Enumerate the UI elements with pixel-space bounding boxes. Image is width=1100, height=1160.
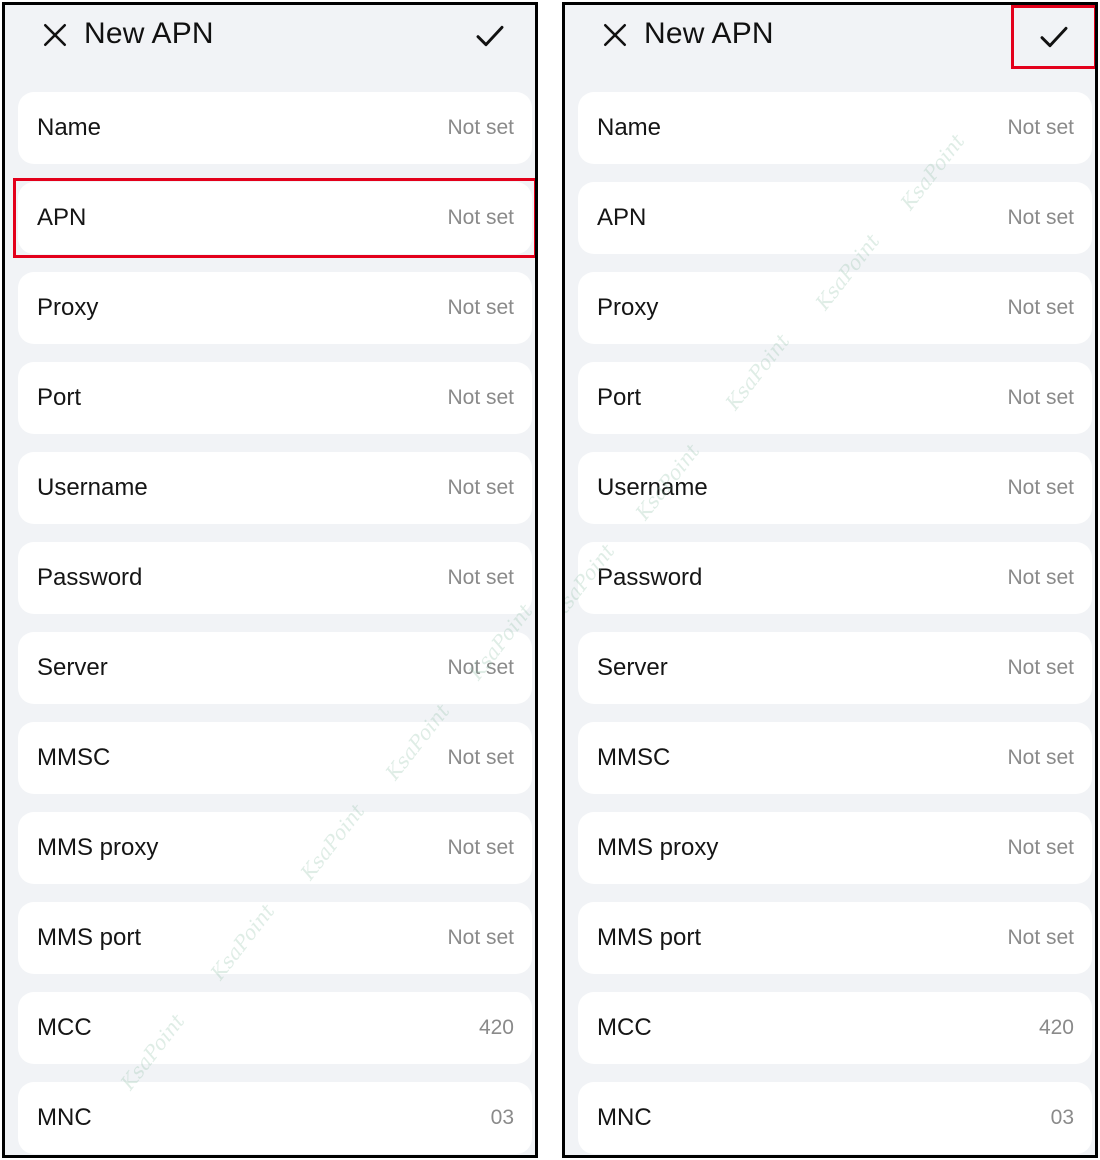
field-row-proxy[interactable]: Proxy Not set xyxy=(578,272,1092,344)
field-row-port[interactable]: Port Not set xyxy=(578,362,1092,434)
field-row-apn[interactable]: APN Not set xyxy=(578,182,1092,254)
field-row-name[interactable]: Name Not set xyxy=(578,92,1092,164)
field-row-mnc[interactable]: MNC 03 xyxy=(578,1082,1092,1154)
field-label: APN xyxy=(37,204,87,231)
apn-field-list: Name Not set APN Not set Proxy Not set Port… xyxy=(13,92,535,1155)
apn-field-list: Name Not set APN Not set Proxy Not set Port… xyxy=(578,92,1092,1155)
field-value: Not set xyxy=(1007,566,1074,589)
page-title: New APN xyxy=(84,17,214,50)
confirm-button[interactable] xyxy=(1011,5,1095,69)
field-label: MCC xyxy=(597,1014,652,1041)
field-row-name[interactable]: Name Not set xyxy=(18,92,532,164)
field-label: MMSC xyxy=(37,744,111,771)
app-bar: New APN xyxy=(565,5,1095,69)
field-row-server[interactable]: Server Not set xyxy=(578,632,1092,704)
field-value: Not set xyxy=(1007,656,1074,679)
field-row-mcc[interactable]: MCC 420 xyxy=(578,992,1092,1064)
field-label: MNC xyxy=(37,1104,92,1131)
field-value: 03 xyxy=(1050,1106,1074,1129)
field-label: APN xyxy=(597,204,647,231)
field-row-mcc[interactable]: MCC 420 xyxy=(18,992,532,1064)
field-label: Password xyxy=(37,564,143,591)
field-label: Proxy xyxy=(597,294,659,321)
field-value: Not set xyxy=(447,836,514,859)
field-row-password[interactable]: Password Not set xyxy=(578,542,1092,614)
field-label: MCC xyxy=(37,1014,92,1041)
field-label: MMS port xyxy=(37,924,142,951)
field-label: Password xyxy=(597,564,703,591)
field-value: Not set xyxy=(1007,206,1074,229)
field-label: MNC xyxy=(597,1104,652,1131)
field-label: Username xyxy=(597,474,708,501)
field-row-port[interactable]: Port Not set xyxy=(18,362,532,434)
field-row-mmsc[interactable]: MMSC Not set xyxy=(18,722,532,794)
field-value: Not set xyxy=(1007,116,1074,139)
check-icon xyxy=(476,25,504,47)
field-value: Not set xyxy=(1007,386,1074,409)
field-value: 03 xyxy=(490,1106,514,1129)
field-label: MMSC xyxy=(597,744,671,771)
field-value: Not set xyxy=(447,296,514,319)
field-value: 420 xyxy=(1038,1016,1074,1039)
field-label: Proxy xyxy=(37,294,99,321)
field-row-mms-port[interactable]: MMS port Not set xyxy=(18,902,532,974)
screen-left: New APN Name Not set APN Not set Proxy Not … xyxy=(2,2,538,1158)
field-label: Server xyxy=(37,654,108,681)
check-icon xyxy=(1040,26,1068,48)
field-row-username[interactable]: Username Not set xyxy=(578,452,1092,524)
field-value: Not set xyxy=(447,926,514,949)
field-row-mnc[interactable]: MNC 03 xyxy=(18,1082,532,1154)
field-value: Not set xyxy=(447,206,514,229)
field-value: Not set xyxy=(447,116,514,139)
field-row-password[interactable]: Password Not set xyxy=(18,542,532,614)
app-bar: New APN xyxy=(5,5,535,67)
field-label: MMS proxy xyxy=(597,834,719,861)
field-row-username[interactable]: Username Not set xyxy=(18,452,532,524)
screen-right: New APN Name Not set APN Not set Proxy Not … xyxy=(562,2,1098,1158)
field-row-mms-proxy[interactable]: MMS proxy Not set xyxy=(18,812,532,884)
field-value: Not set xyxy=(1007,926,1074,949)
field-value: Not set xyxy=(447,566,514,589)
field-label: Port xyxy=(597,384,642,411)
field-label: MMS port xyxy=(597,924,702,951)
field-label: Username xyxy=(37,474,148,501)
field-value: Not set xyxy=(447,476,514,499)
field-label: Server xyxy=(597,654,668,681)
field-value: Not set xyxy=(1007,746,1074,769)
field-row-mms-port[interactable]: MMS port Not set xyxy=(578,902,1092,974)
field-value: Not set xyxy=(447,656,514,679)
field-row-mmsc[interactable]: MMSC Not set xyxy=(578,722,1092,794)
close-button[interactable] xyxy=(595,15,635,55)
close-button[interactable] xyxy=(35,15,75,55)
field-value: Not set xyxy=(447,746,514,769)
field-value: 420 xyxy=(478,1016,514,1039)
field-value: Not set xyxy=(447,386,514,409)
confirm-button[interactable] xyxy=(467,13,513,59)
close-icon xyxy=(603,23,627,47)
field-row-proxy[interactable]: Proxy Not set xyxy=(18,272,532,344)
field-row-apn[interactable]: APN Not set xyxy=(13,178,535,258)
field-label: Name xyxy=(37,114,102,141)
field-value: Not set xyxy=(1007,296,1074,319)
page-title: New APN xyxy=(644,17,774,50)
field-value: Not set xyxy=(1007,836,1074,859)
field-row-mms-proxy[interactable]: MMS proxy Not set xyxy=(578,812,1092,884)
field-label: Port xyxy=(37,384,82,411)
field-label: Name xyxy=(597,114,662,141)
close-icon xyxy=(43,23,67,47)
field-label: MMS proxy xyxy=(37,834,159,861)
field-value: Not set xyxy=(1007,476,1074,499)
field-row-server[interactable]: Server Not set xyxy=(18,632,532,704)
